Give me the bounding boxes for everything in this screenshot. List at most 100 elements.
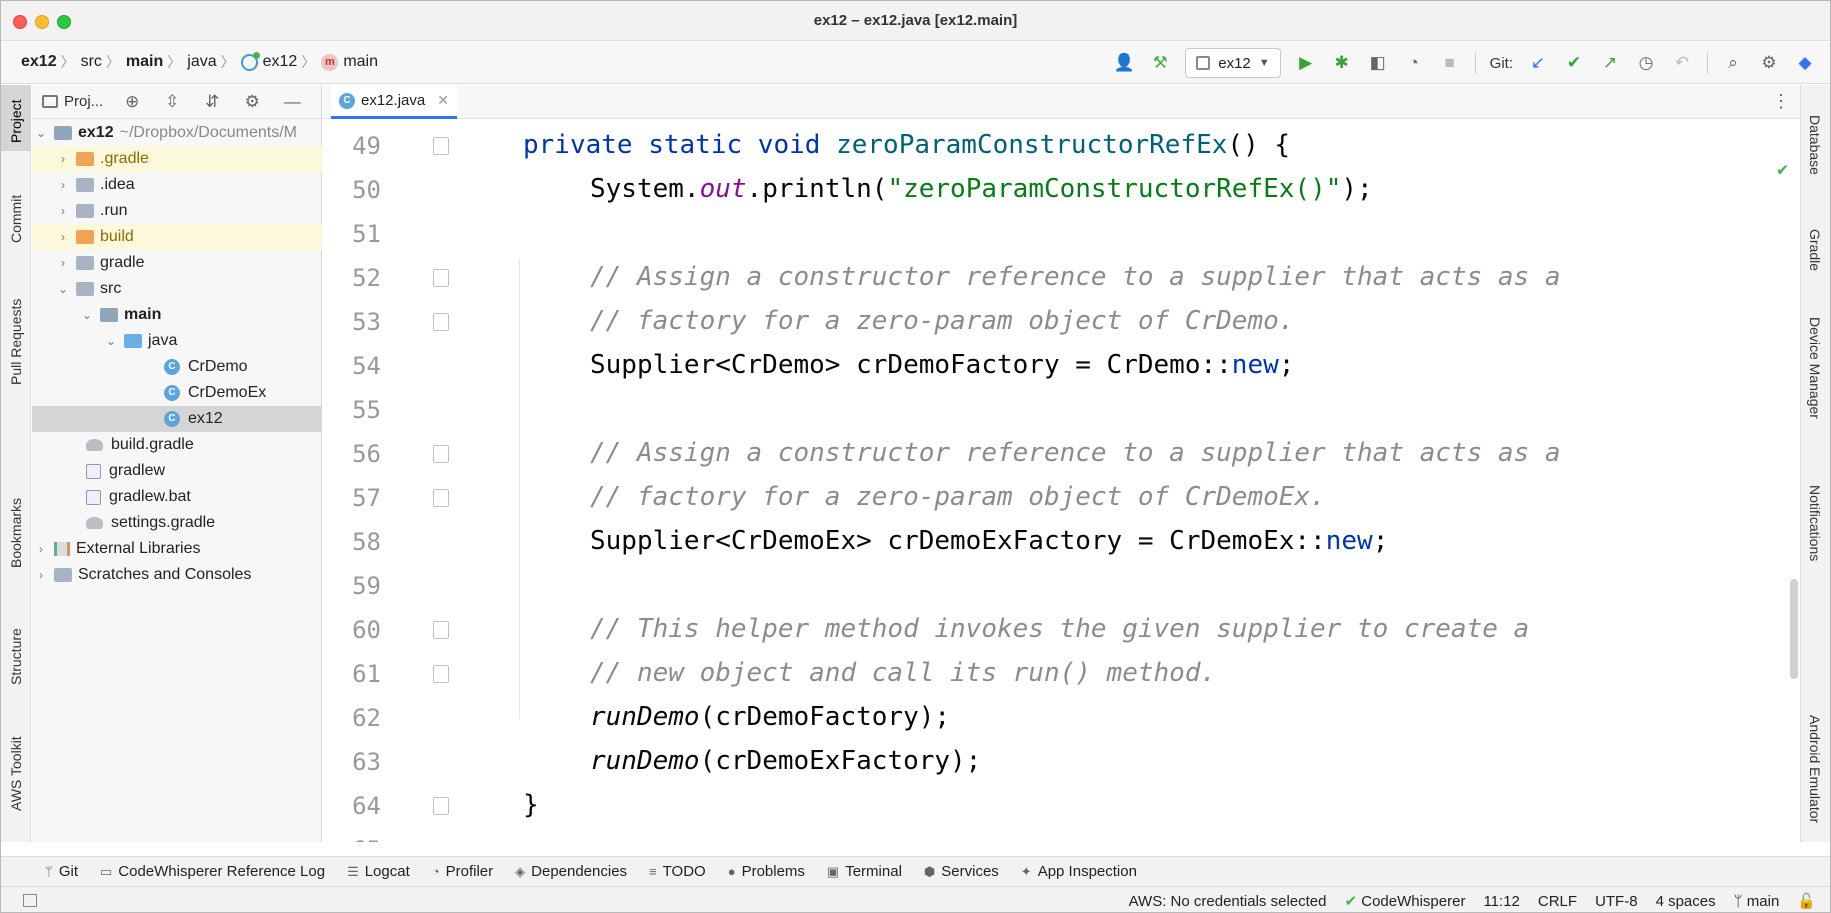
tree-item-gradle-dir[interactable]: › .gradle [32,146,322,172]
tree-item-ex12[interactable]: C ex12 [32,406,322,432]
toggle-tool-windows-icon[interactable] [23,894,37,907]
gear-icon[interactable]: ⚙ [241,91,263,113]
build-hammer-icon[interactable]: ⚒ [1149,52,1171,74]
tool-codewhisperer-log[interactable]: ▭ CodeWhisperer Reference Log [100,863,325,880]
fold-marker-icon[interactable] [433,313,449,331]
fold-marker-icon[interactable] [433,665,449,683]
tree-item-build[interactable]: › build [32,224,322,250]
git-update-icon[interactable]: ↙ [1527,52,1549,74]
tree-item-build-gradle[interactable]: build.gradle [32,432,322,458]
fold-marker-icon[interactable] [433,137,449,155]
locate-icon[interactable]: ⊕ [121,91,143,113]
tool-services[interactable]: ⬢ Services [924,863,999,880]
tree-item-gradlew-bat[interactable]: gradlew.bat [32,484,322,510]
hide-panel-icon[interactable]: — [281,91,303,113]
code-text: Supplier<CrDemoEx> crDemoExFactory = CrD… [590,526,1326,556]
tool-tab-gradle[interactable]: Gradle [1807,229,1823,271]
breadcrumb-method[interactable]: m main [321,53,378,71]
tree-item-run[interactable]: › .run [32,198,322,224]
breadcrumb-project[interactable]: ex12 [21,53,57,71]
rollback-icon[interactable]: ↶ [1671,52,1693,74]
close-icon[interactable]: ✕ [437,92,449,109]
tree-item-crdemoex[interactable]: C CrDemoEx [32,380,322,406]
tree-item-gradlew[interactable]: gradlew [32,458,322,484]
tool-tab-database[interactable]: Database [1807,115,1823,175]
project-view-selector[interactable]: Proj... [42,93,103,110]
code-line-53: // factory for a zero-param object of Cr… [590,306,1295,336]
run-icon[interactable]: ▶ [1295,52,1317,74]
indent-setting[interactable]: 4 spaces [1656,893,1716,910]
breadcrumb-java[interactable]: java [187,53,216,71]
tree-item-crdemo[interactable]: C CrDemo [32,354,322,380]
tool-tab-bookmarks[interactable]: Bookmarks [8,498,24,568]
tool-logcat[interactable]: ☰ Logcat [347,863,410,880]
fold-marker-icon[interactable] [433,621,449,639]
tree-item-main[interactable]: ⌄ main [32,302,322,328]
caret-position[interactable]: 11:12 [1483,893,1519,910]
breadcrumb-class[interactable]: ex12 [240,51,297,71]
gear-icon[interactable]: ⚙ [1758,52,1780,74]
tool-tab-structure[interactable]: Structure [8,628,24,685]
breadcrumb-main[interactable]: main [126,53,163,71]
git-push-icon[interactable]: ↗ [1599,52,1621,74]
tool-dependencies[interactable]: ◈ Dependencies [515,863,627,880]
profile-icon[interactable]: ◔ [1403,52,1425,74]
tool-tab-android-emulator[interactable]: Android Emulator [1807,715,1823,823]
line-separator[interactable]: CRLF [1538,893,1577,910]
file-encoding[interactable]: UTF-8 [1595,893,1638,910]
run-configuration-select[interactable]: ex12 ▼ [1185,48,1281,78]
git-commit-icon[interactable]: ✔ [1563,52,1585,74]
fold-marker-icon[interactable] [433,797,449,815]
tool-profiler[interactable]: ◔ Profiler [432,863,493,880]
codewhisperer-status[interactable]: ✔ CodeWhisperer [1344,892,1465,910]
no-problems-check-icon[interactable]: ✔ [1777,159,1788,180]
library-icon [54,542,70,556]
tree-item-root[interactable]: ⌄ ex12 ~/Dropbox/Documents/M [32,120,322,146]
plugin-logo-icon[interactable]: ◆ [1794,52,1816,74]
editor-scrollbar[interactable] [1790,579,1798,679]
more-options-icon[interactable]: ⋮ [1772,91,1790,112]
module-folder-icon [100,308,118,322]
tool-git[interactable]: ᛘ Git [45,863,78,880]
code-line-57: // factory for a zero-param object of Cr… [590,482,1326,512]
collapse-all-icon[interactable]: ⇵ [201,91,223,113]
aws-credentials-status[interactable]: AWS: No credentials selected [1129,893,1327,910]
tree-item-gradle[interactable]: › gradle [32,250,322,276]
tool-tab-aws-toolkit[interactable]: AWS Toolkit [8,736,24,811]
tree-item-scratches[interactable]: › Scratches and Consoles [32,562,322,588]
lock-icon[interactable]: 🔓 [1797,892,1816,910]
git-branch-icon: ᛘ [1733,892,1743,910]
account-icon[interactable]: 👤 [1113,52,1135,74]
main-toolbar: 👤 ⚒ ex12 ▼ ▶ ✱ ◧ ◔ ■ Git: ↙ ✔ ↗ ◷ ↶ ⌕ ⚙ … [1113,48,1816,78]
tree-item-src[interactable]: ⌄ src [32,276,322,302]
tool-tab-commit[interactable]: Commit [8,195,24,243]
coverage-icon[interactable]: ◧ [1367,52,1389,74]
tool-terminal[interactable]: ▣ Terminal [827,863,902,880]
tool-tab-pull-requests[interactable]: Pull Requests [8,299,24,385]
debug-icon[interactable]: ✱ [1331,52,1353,74]
tree-item-label: gradlew.bat [109,488,191,505]
code-editor[interactable]: ✔ 49 50 51 52 53 54 55 56 57 58 59 60 61… [323,119,1800,842]
tool-todo[interactable]: ≡ TODO [649,863,706,880]
expand-all-icon[interactable]: ⇳ [161,91,183,113]
tree-item-external-libraries[interactable]: › External Libraries [32,536,322,562]
tool-tab-notifications[interactable]: Notifications [1807,485,1823,561]
tree-item-label: CrDemo [188,358,248,375]
history-icon[interactable]: ◷ [1635,52,1657,74]
stop-icon[interactable]: ■ [1439,52,1461,74]
fold-marker-icon[interactable] [433,489,449,507]
breadcrumb-label: java [187,53,217,70]
tree-item-settings-gradle[interactable]: settings.gradle [32,510,322,536]
tool-tab-device-manager[interactable]: Device Manager [1807,317,1823,419]
fold-marker-icon[interactable] [433,445,449,463]
git-branch-widget[interactable]: ᛘ main [1734,893,1780,910]
tree-item-java[interactable]: ⌄ java [32,328,322,354]
tool-tab-project[interactable]: Project [8,99,24,143]
tree-item-idea[interactable]: › .idea [32,172,322,198]
tool-problems[interactable]: ● Problems [728,863,805,880]
editor-tab-ex12-java[interactable]: C ex12.java ✕ [331,85,457,119]
breadcrumb-src[interactable]: src [81,53,102,71]
tool-app-inspection[interactable]: ✦ App Inspection [1021,863,1137,880]
search-icon[interactable]: ⌕ [1722,52,1744,74]
fold-marker-icon[interactable] [433,269,449,287]
